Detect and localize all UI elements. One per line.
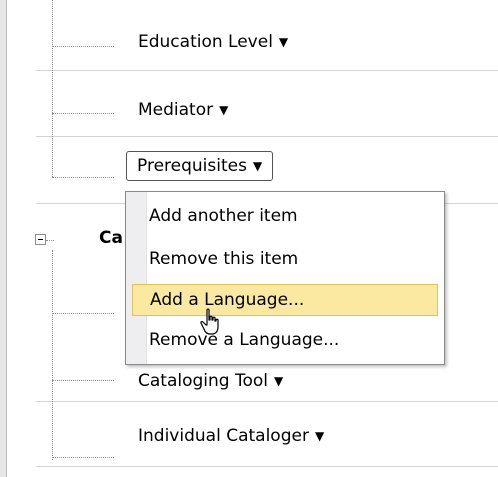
row-separator xyxy=(36,136,498,137)
field-label: Cataloging Tool xyxy=(138,371,268,391)
row-separator xyxy=(36,466,498,467)
section-heading: Ca xyxy=(99,228,123,248)
dropdown-caret-icon[interactable]: ▼ xyxy=(219,103,228,117)
hand-pointer-cursor-icon xyxy=(200,308,219,335)
tree-connector xyxy=(52,177,114,178)
menu-item-add-a-language[interactable]: Add a Language... xyxy=(132,284,438,316)
tree-connector xyxy=(52,380,114,381)
menu-item-add-another-item[interactable]: Add another item xyxy=(132,200,438,232)
collapse-icon[interactable] xyxy=(35,234,46,245)
left-panel-edge xyxy=(0,0,7,477)
field-label: Education Level xyxy=(138,32,273,52)
tree-connector xyxy=(52,46,114,47)
field-label: Mediator xyxy=(138,100,214,120)
tree-connector xyxy=(52,457,114,458)
field-label: Prerequisites xyxy=(137,156,247,176)
row-separator xyxy=(36,70,498,71)
dropdown-caret-icon[interactable]: ▼ xyxy=(279,35,288,49)
field-education-level[interactable]: Education Level ▼ xyxy=(138,32,288,53)
dropdown-caret-icon[interactable]: ▼ xyxy=(253,159,262,173)
menu-item-remove-this-item[interactable]: Remove this item xyxy=(132,243,438,275)
row-separator xyxy=(36,401,498,402)
tree-connector xyxy=(52,113,114,114)
field-label: Individual Cataloger xyxy=(138,426,309,446)
field-prerequisites[interactable]: Prerequisites ▼ xyxy=(126,151,274,181)
tree-connector xyxy=(52,313,114,314)
field-cataloging-tool[interactable]: Cataloging Tool ▼ xyxy=(138,371,283,392)
context-menu: Add another item Remove this item Add a … xyxy=(125,191,445,365)
field-mediator[interactable]: Mediator ▼ xyxy=(138,100,228,121)
menu-item-remove-a-language[interactable]: Remove a Language... xyxy=(132,324,438,356)
dropdown-caret-icon[interactable]: ▼ xyxy=(274,374,283,388)
tree-connector-vertical xyxy=(52,250,53,460)
tree-connector-vertical xyxy=(52,0,53,177)
dropdown-caret-icon[interactable]: ▼ xyxy=(315,429,324,443)
field-individual-cataloger[interactable]: Individual Cataloger ▼ xyxy=(138,426,324,447)
tree-connector xyxy=(46,240,54,241)
